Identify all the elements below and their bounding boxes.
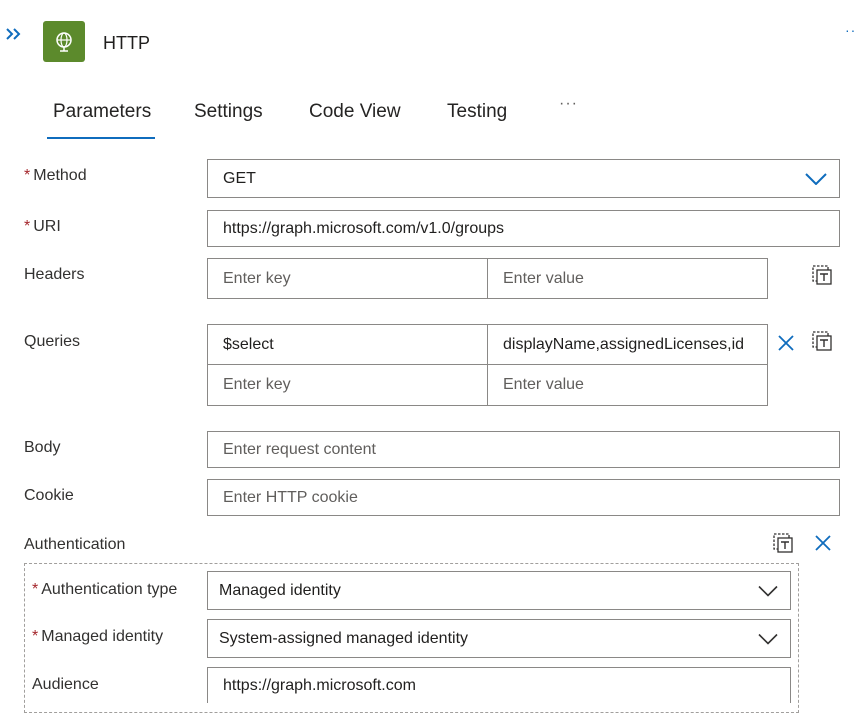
method-value: GET xyxy=(223,169,256,187)
tabs-overflow-button[interactable]: ··· xyxy=(559,95,578,113)
chevron-down-icon xyxy=(758,633,778,644)
action-title: HTTP xyxy=(103,33,150,53)
audience-input[interactable]: https://graph.microsoft.com xyxy=(207,667,791,703)
authentication-type-dropdown[interactable]: Managed identity xyxy=(207,571,791,610)
audience-label: Audience xyxy=(32,676,99,693)
cookie-label: Cookie xyxy=(24,487,74,504)
header-key-input[interactable]: Enter key xyxy=(207,258,489,299)
managed-identity-dropdown[interactable]: System-assigned managed identity xyxy=(207,619,791,658)
uri-input[interactable]: https://graph.microsoft.com/v1.0/groups xyxy=(207,210,840,247)
required-marker: * xyxy=(24,167,31,184)
switch-to-text-mode-icon[interactable] xyxy=(810,330,834,352)
query-key-input[interactable]: $select xyxy=(207,324,489,365)
query-new-key-input[interactable]: Enter key xyxy=(207,364,489,406)
tab-code-view[interactable]: Code View xyxy=(309,101,401,123)
more-options-button[interactable]: ·· xyxy=(845,22,855,38)
queries-label: Queries xyxy=(24,333,81,350)
remove-query-icon[interactable] xyxy=(775,332,797,354)
switch-to-text-mode-icon[interactable] xyxy=(810,264,834,286)
tab-settings[interactable]: Settings xyxy=(194,101,263,123)
query-new-value-input[interactable]: Enter value xyxy=(487,364,768,406)
authentication-label: Authentication xyxy=(24,536,126,553)
managed-identity-label: * Managed identity xyxy=(32,628,164,645)
cookie-input[interactable]: Enter HTTP cookie xyxy=(207,479,840,516)
method-label: * Method xyxy=(24,167,87,184)
uri-label: * URI xyxy=(24,218,61,235)
http-app-icon xyxy=(43,21,85,62)
switch-to-text-mode-icon[interactable] xyxy=(771,532,795,554)
tab-parameters[interactable]: Parameters xyxy=(53,101,151,123)
chevron-down-icon xyxy=(805,172,827,185)
selected-tab-indicator xyxy=(47,137,155,139)
uri-value: https://graph.microsoft.com/v1.0/groups xyxy=(223,219,505,237)
header-value-input[interactable]: Enter value xyxy=(487,258,768,299)
tab-testing[interactable]: Testing xyxy=(447,101,507,123)
headers-label: Headers xyxy=(24,266,85,283)
method-dropdown[interactable]: GET xyxy=(207,159,840,198)
query-value-input[interactable]: displayName,assignedLicenses,id xyxy=(487,324,768,365)
authentication-type-label: * Authentication type xyxy=(32,581,178,598)
remove-authentication-icon[interactable] xyxy=(812,532,834,554)
body-input[interactable]: Enter request content xyxy=(207,431,840,468)
expand-panel-icon[interactable] xyxy=(4,26,24,42)
body-label: Body xyxy=(24,439,61,456)
globe-icon xyxy=(56,31,72,52)
chevron-down-icon xyxy=(758,585,778,596)
